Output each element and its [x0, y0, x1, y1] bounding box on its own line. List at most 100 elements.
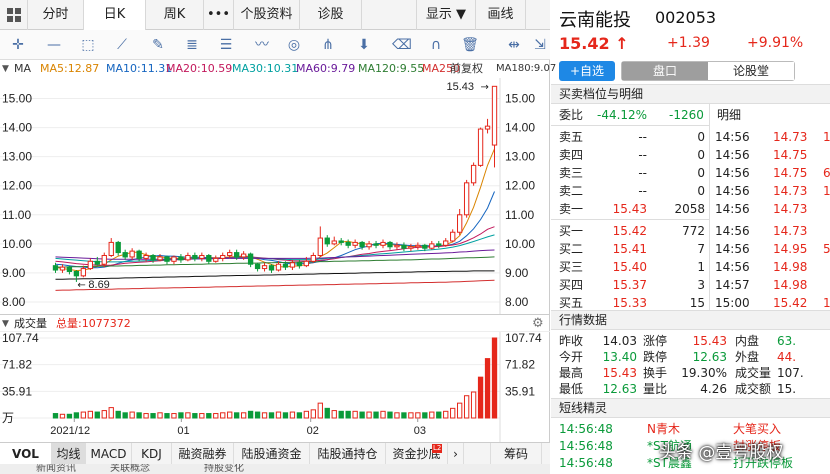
volume-bar [192, 413, 198, 419]
candlestick-chart[interactable]: 15.00 15.00 14.00 14.00 13.00 13.00 12.00 12.00… [0, 78, 550, 314]
tab-diagnosis[interactable]: 诊股 [300, 0, 362, 30]
volume-title: 成交量 [14, 317, 47, 330]
fan-lines-icon[interactable]: ⟋ [112, 36, 132, 54]
split-icon[interactable]: ⇹ [504, 36, 524, 54]
tab-vol[interactable]: VOL [0, 443, 52, 465]
candle-body [234, 252, 240, 258]
panel-segment: 盘口 论股堂 [621, 61, 795, 81]
tab-hk-flow[interactable]: 陆股通资金 [234, 443, 310, 465]
asks-level-price: -- [638, 166, 647, 180]
low-arrow-icon: ← [77, 280, 85, 291]
volume-bar [213, 413, 219, 419]
tab-holdings[interactable]: 持股变化 [204, 464, 244, 474]
watermark: 头条 @壹号股权 [659, 443, 784, 463]
tab-daily-k[interactable]: 日K [84, 0, 146, 30]
collapse-icon[interactable]: ▼ [2, 60, 9, 78]
volume-bar [373, 411, 379, 419]
line-segment-icon[interactable]: — [44, 36, 64, 54]
volume-bar [164, 413, 170, 419]
expand-icon[interactable]: ⇲ [530, 36, 550, 54]
quote-panel: 云南能投 002053 15.42 ↑ +1.39 +9.91% +自选 盘口 … [551, 0, 830, 474]
candle-body [206, 254, 212, 262]
volume-chart[interactable]: 107.74 107.74 71.82 71.82 35.91 35.91 万 2021/12… [0, 332, 550, 442]
grid-menu-icon[interactable] [0, 0, 28, 30]
volume-bar [80, 411, 87, 419]
segment-orderbook[interactable]: 盘口 [622, 62, 708, 80]
candle-body [380, 241, 386, 246]
tab-timeshare[interactable]: 分时 [28, 0, 84, 30]
eraser-icon[interactable]: ⌫ [392, 36, 412, 54]
bids-level-volume: 1 [697, 260, 705, 274]
price-change: +1.39 [667, 35, 710, 51]
candle-body [289, 262, 296, 268]
bids-level-volume: 772 [682, 224, 705, 238]
asks-level-price: -- [638, 130, 647, 144]
trash-icon[interactable]: 🗑 [460, 36, 480, 54]
magnet-icon[interactable]: ∩ [426, 36, 446, 54]
candle-body [352, 241, 358, 246]
volume-bar [436, 411, 442, 419]
weibi-pct: -44.12% [597, 108, 648, 122]
indicator-tabbar: VOL 均线 MACD KDJ 融资融券 陆股通资金 陆股通持仓 资金抄底 L2… [0, 442, 550, 465]
candle-body [282, 263, 289, 268]
tab-chips[interactable]: 筹码 [490, 443, 542, 465]
tab-margin[interactable]: 融资融券 [172, 443, 234, 465]
tab-ma-lines[interactable]: 均线 [52, 443, 86, 465]
parallel-lines-icon[interactable]: ≣ [182, 36, 202, 54]
tab-kdj[interactable]: KDJ [132, 443, 172, 465]
tab-more[interactable]: ••• [204, 0, 234, 30]
detail-volume [823, 258, 830, 276]
detail-volume: 5 [823, 242, 830, 256]
circle-cycle-icon[interactable]: ◎ [284, 36, 304, 54]
tab-macd[interactable]: MACD [86, 443, 132, 465]
sprite-stock[interactable]: N青木 [647, 420, 717, 438]
candle-body [477, 128, 484, 166]
volume-bar [303, 410, 310, 419]
volume-bar [338, 410, 344, 419]
candle-body [66, 266, 73, 272]
detail-price: 14.73 [773, 130, 808, 144]
volume-bar [429, 411, 435, 419]
volume-bar [129, 411, 135, 419]
volume-bar [359, 411, 365, 419]
volume-bar [220, 412, 226, 419]
volume-bar [484, 358, 491, 419]
candle-body [317, 237, 323, 256]
tab-concepts[interactable]: 关联概念 [110, 464, 150, 474]
adjust-mode-label[interactable]: 前复权 [450, 60, 483, 78]
ma-label[interactable]: MA [14, 60, 31, 78]
rectangle-icon[interactable]: ⬚ [78, 36, 98, 54]
price-axis-label-right: 11.00 [505, 208, 534, 222]
volume-bar [470, 391, 477, 419]
pen-icon[interactable]: ✎ [148, 36, 168, 54]
sprite-event: 大笔买入 [733, 422, 782, 436]
gann-fan-icon[interactable]: ⋔ [318, 36, 338, 54]
candle-body [220, 254, 226, 259]
candle-body [108, 241, 114, 256]
volume-bar [296, 412, 303, 419]
ma-line-ma10 [55, 191, 495, 269]
tab-news[interactable]: 新闻资讯 [36, 464, 76, 474]
tabs-next-icon[interactable]: › [448, 443, 464, 465]
candle-body [129, 250, 135, 258]
volume-collapse-icon[interactable]: ▼ [2, 315, 9, 333]
segment-forum[interactable]: 论股堂 [708, 62, 794, 80]
ma5-value: MA5:12.87 [40, 62, 100, 75]
tab-stock-profile[interactable]: 个股资料 [234, 0, 300, 30]
low-price-annotation: 8.69 [88, 279, 109, 291]
candle-body [429, 243, 435, 249]
wave-icon[interactable]: 〰 [252, 36, 272, 54]
crosshair-icon[interactable]: ✛ [8, 36, 28, 54]
info-tabbar: 新闻资讯 关联概念 持股变化 [0, 464, 550, 474]
tab-draw-line[interactable]: 画线 [476, 0, 526, 30]
ask-bid-separator [551, 219, 709, 220]
tab-weekly-k[interactable]: 周K [146, 0, 204, 30]
tab-hk-holding[interactable]: 陆股通持仓 [310, 443, 386, 465]
fibonacci-icon[interactable]: ☰ [216, 36, 236, 54]
display-dropdown[interactable]: 显示 ▼ [416, 0, 476, 30]
volume-settings-icon[interactable]: ⚙ [532, 315, 544, 333]
arrow-down-icon[interactable]: ⬇ [354, 36, 374, 54]
candle-body [115, 241, 121, 254]
add-watchlist-button[interactable]: +自选 [559, 61, 615, 81]
volume-bar [310, 409, 316, 419]
